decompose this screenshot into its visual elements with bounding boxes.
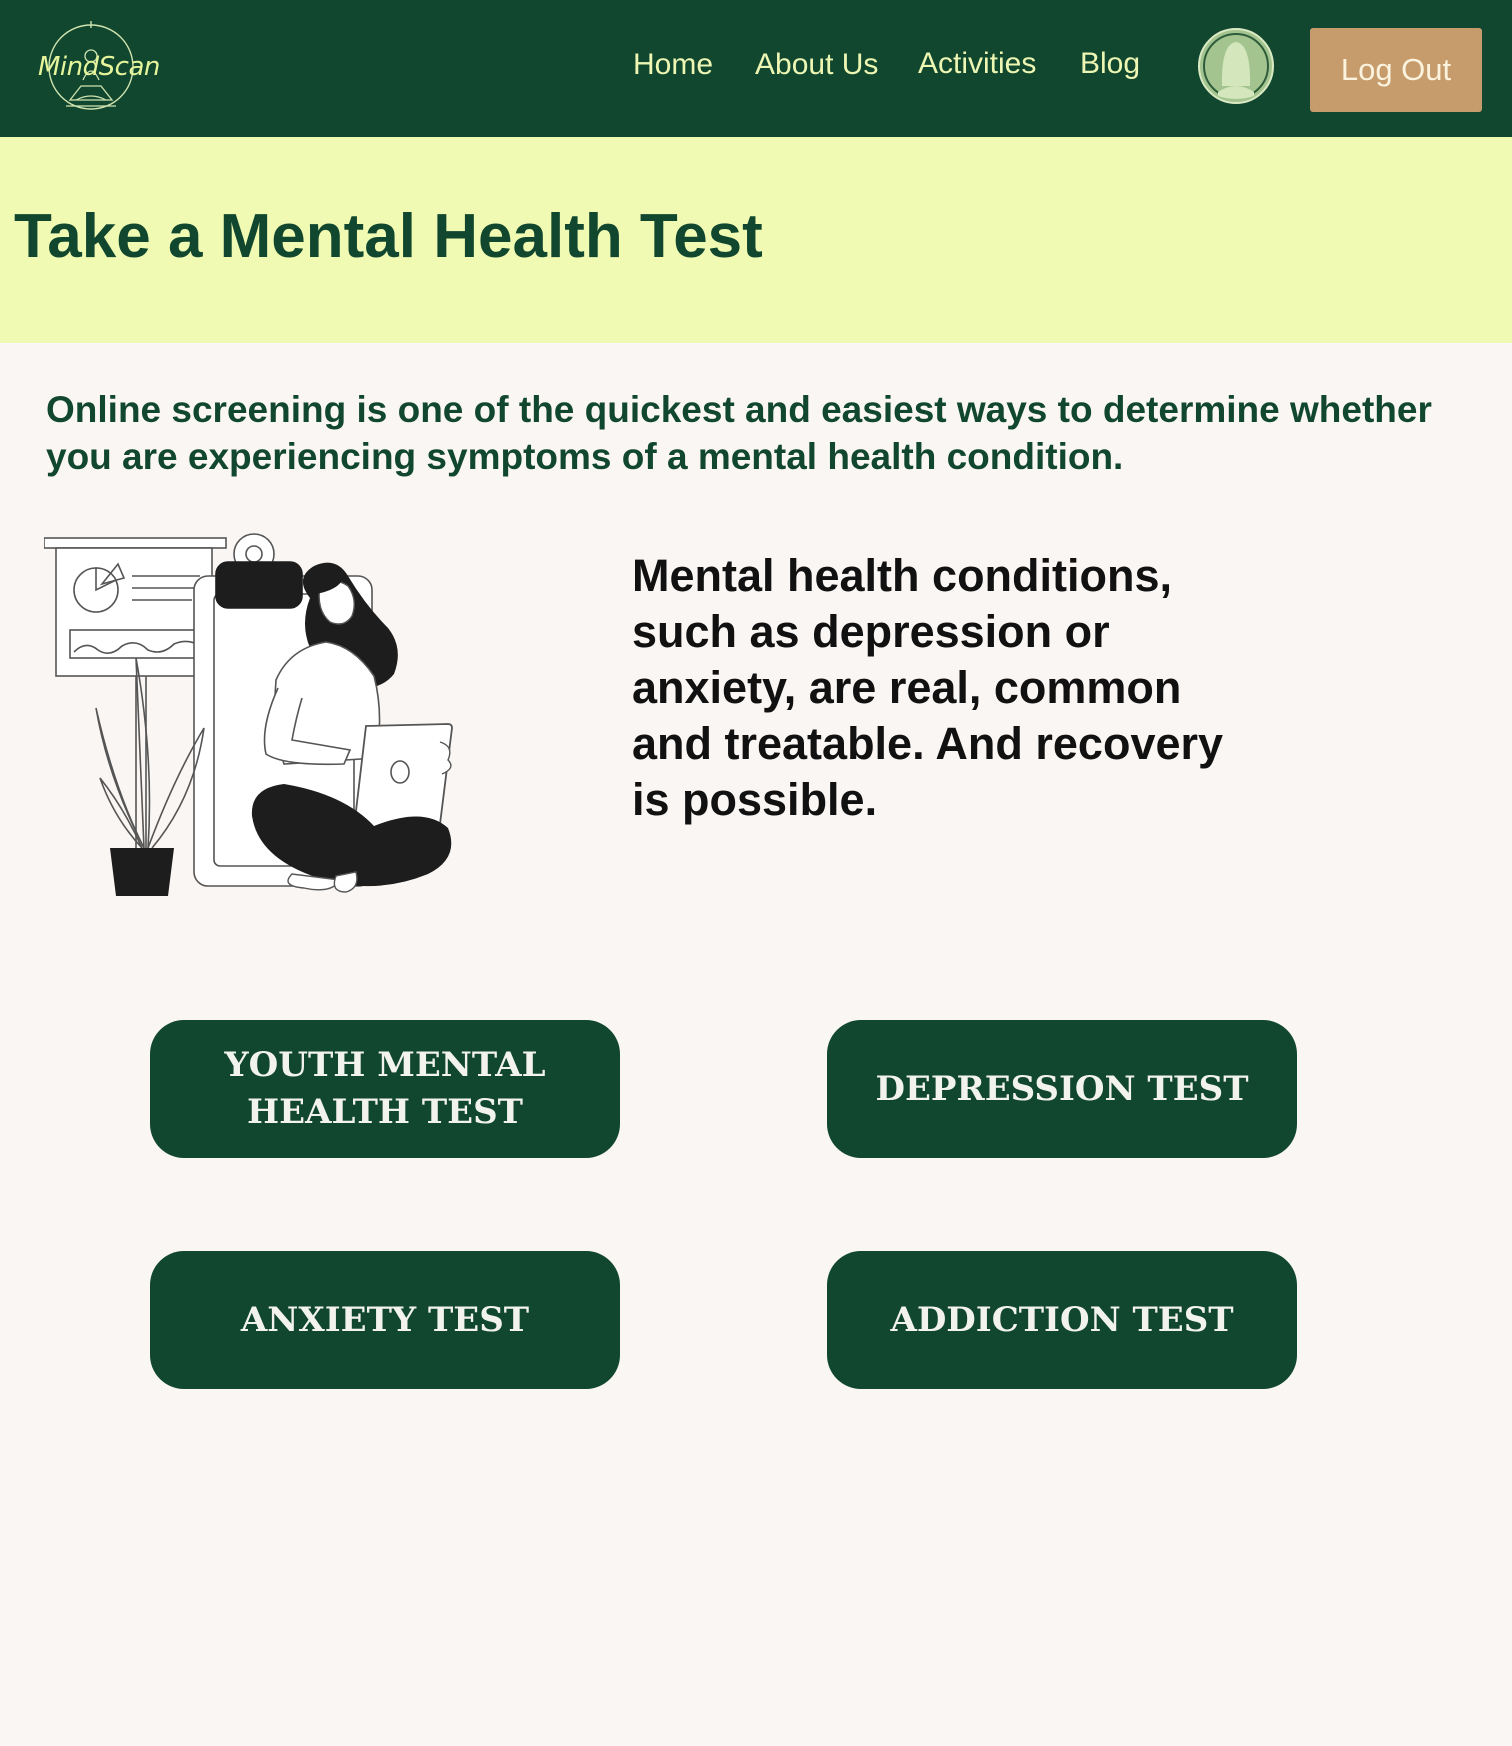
depression-test-button[interactable]: DEPRESSION TEST <box>827 1020 1297 1158</box>
user-avatar-icon[interactable] <box>1196 26 1276 106</box>
mindscan-logo[interactable]: MindScan <box>34 20 160 116</box>
woman-laptop-icon <box>43 533 453 896</box>
addiction-test-button[interactable]: ADDICTION TEST <box>827 1251 1297 1389</box>
nav-home-link[interactable]: Home <box>633 48 713 82</box>
nav-blog-link[interactable]: Blog <box>1080 47 1140 81</box>
woman-with-laptop-illustration <box>43 528 496 906</box>
log-out-button[interactable]: Log Out <box>1310 28 1482 112</box>
brand-name: MindScan <box>38 52 160 82</box>
recovery-message: Mental health conditions, such as depres… <box>632 550 1224 825</box>
intro-text: Online screening is one of the quickest … <box>46 389 1432 477</box>
nav-about-us-link[interactable]: About Us <box>755 48 878 82</box>
page-title: Take a Mental Health Test <box>14 202 763 271</box>
nav-activities-link[interactable]: Activities <box>918 47 1036 81</box>
top-navbar: MindScan Home About Us Activities Blog L… <box>0 0 1512 137</box>
hero-banner: Take a Mental Health Test <box>0 137 1512 343</box>
youth-mental-health-test-button[interactable]: YOUTH MENTAL HEALTH TEST <box>150 1020 620 1158</box>
anxiety-test-button[interactable]: ANXIETY TEST <box>150 1251 620 1389</box>
